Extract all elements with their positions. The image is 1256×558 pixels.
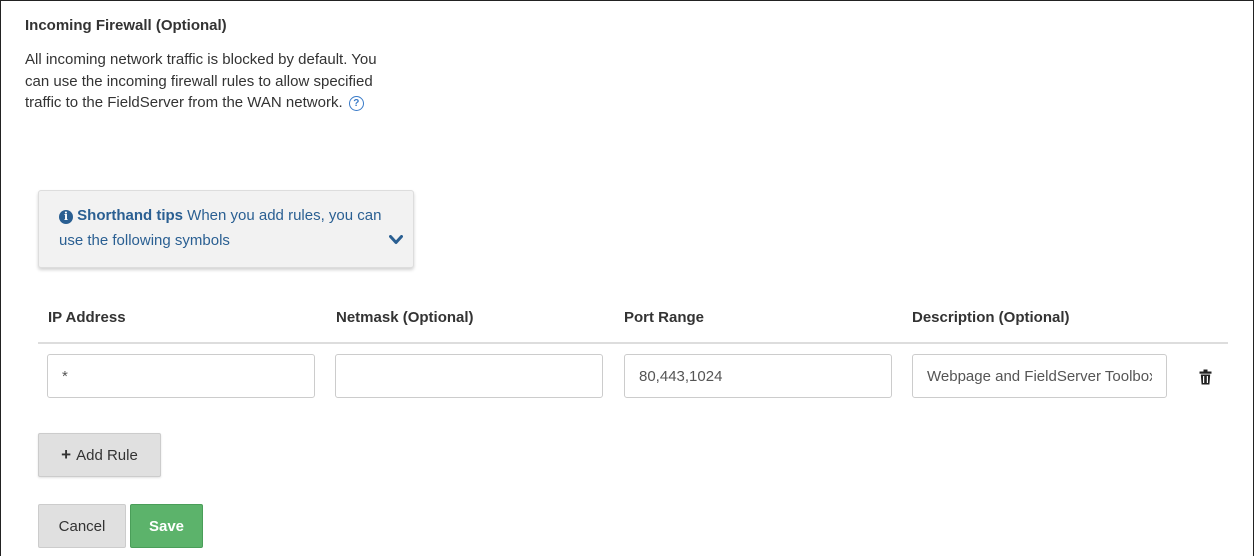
description-text: All incoming network traffic is blocked … <box>25 51 377 111</box>
netmask-input[interactable] <box>335 354 603 398</box>
section-title: Incoming Firewall (Optional) <box>25 17 227 34</box>
shorthand-tips-panel[interactable]: i Shorthand tips When you add rules, you… <box>38 190 414 268</box>
tips-title: Shorthand tips <box>77 207 183 224</box>
ip-address-input[interactable] <box>47 354 315 398</box>
trash-icon[interactable] <box>1199 369 1212 385</box>
save-button[interactable]: Save <box>130 504 203 548</box>
port-range-input[interactable] <box>624 354 892 398</box>
section-description: All incoming network traffic is blocked … <box>25 49 395 114</box>
cancel-button[interactable]: Cancel <box>38 504 126 548</box>
add-rule-button[interactable]: + Add Rule <box>38 433 161 477</box>
column-header-netmask: Netmask (Optional) <box>336 309 474 326</box>
chevron-down-icon[interactable] <box>389 235 403 245</box>
plus-icon: + <box>61 445 72 464</box>
add-rule-label: Add Rule <box>76 446 138 464</box>
column-header-description: Description (Optional) <box>912 309 1070 326</box>
column-header-port-range: Port Range <box>624 309 705 326</box>
table-header-divider <box>38 342 1228 344</box>
column-header-ip-address: IP Address <box>48 309 126 326</box>
info-circle-icon: i <box>59 210 73 224</box>
question-circle-icon[interactable]: ? <box>348 96 364 111</box>
description-input[interactable] <box>912 354 1167 398</box>
